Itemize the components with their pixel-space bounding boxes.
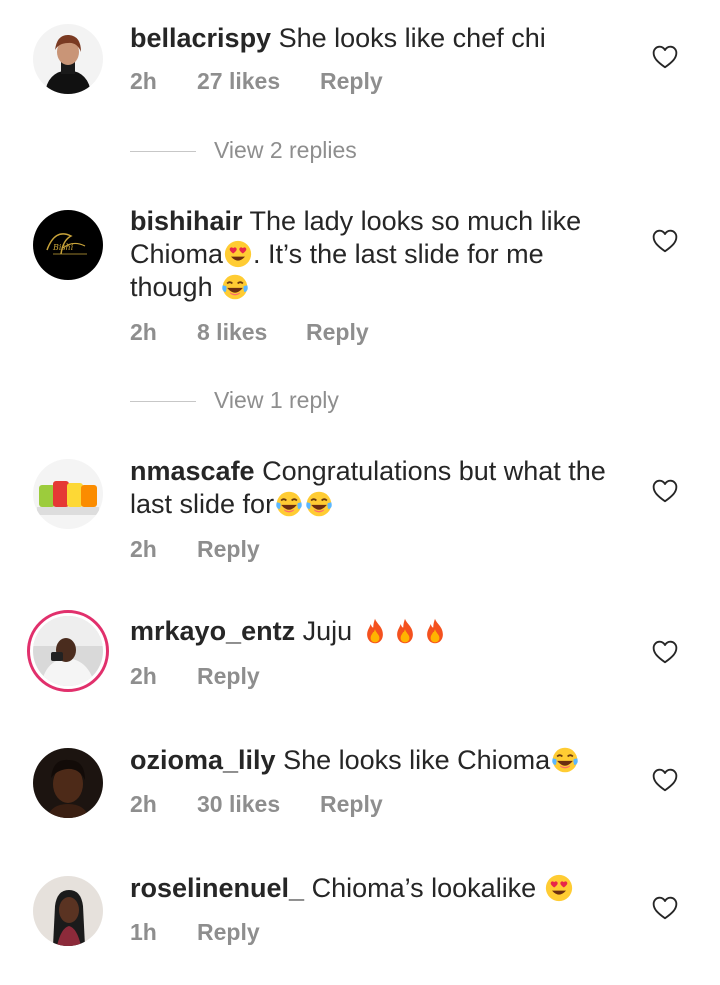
timestamp: 1h (130, 919, 157, 945)
comment-text: bishihair The lady looks so much like Ch… (130, 205, 630, 304)
comment-text: ozioma_lily She looks like Chioma (130, 744, 630, 777)
woman-braids-icon (33, 876, 103, 946)
comment-text: roselinenuel_ Chioma’s lookalike (130, 872, 630, 905)
bishi-hair-logo-icon: Bishi (33, 210, 103, 280)
timestamp: 2h (130, 68, 157, 94)
reply-button[interactable]: Reply (320, 68, 383, 95)
fire-emoji-icon (391, 617, 419, 645)
username[interactable]: bishihair (130, 206, 243, 236)
reply-button[interactable]: Reply (306, 319, 369, 346)
laughing-emoji-icon (275, 490, 303, 518)
heart-icon[interactable] (652, 45, 678, 69)
view-replies-label: View 1 reply (214, 387, 339, 413)
comment-body: Chioma’s lookalike (311, 873, 537, 903)
fruit-cups-icon (33, 459, 103, 529)
comment-text: nmascafe Congratulations but what the la… (130, 455, 630, 521)
reply-button[interactable]: Reply (197, 536, 260, 563)
avatar[interactable] (33, 748, 103, 818)
likes-count[interactable]: 27 likes (197, 68, 280, 95)
likes-count[interactable]: 8 likes (197, 319, 267, 346)
heart-icon[interactable] (652, 768, 678, 792)
timestamp: 2h (130, 319, 157, 345)
timestamp: 2h (130, 663, 157, 689)
heart-icon[interactable] (652, 640, 678, 664)
username[interactable]: bellacrispy (130, 23, 271, 53)
reply-button[interactable]: Reply (197, 919, 260, 946)
fire-emoji-icon (361, 617, 389, 645)
heart-eyes-emoji-icon (545, 874, 573, 902)
likes-count[interactable]: 30 likes (197, 791, 280, 818)
comment-body: She looks like Chioma (283, 745, 551, 775)
comment-body: Juju (302, 616, 353, 646)
laughing-emoji-icon (221, 273, 249, 301)
username[interactable]: roselinenuel_ (130, 873, 304, 903)
avatar[interactable] (33, 459, 103, 529)
view-replies-label: View 2 replies (214, 137, 357, 163)
username[interactable]: ozioma_lily (130, 745, 276, 775)
avatar[interactable] (33, 24, 103, 94)
heart-icon[interactable] (652, 479, 678, 503)
avatar[interactable]: Bishi (33, 210, 103, 280)
comment-text: bellacrispy She looks like chef chi (130, 22, 630, 55)
woman-in-black-icon (33, 24, 103, 94)
heart-icon[interactable] (652, 896, 678, 920)
comment-text: mrkayo_entz Juju (130, 615, 630, 648)
fire-emoji-icon (421, 617, 449, 645)
laughing-emoji-icon (551, 746, 579, 774)
svg-text:Bishi: Bishi (52, 243, 74, 252)
username[interactable]: mrkayo_entz (130, 616, 295, 646)
divider (130, 401, 196, 402)
reply-button[interactable]: Reply (320, 791, 383, 818)
timestamp: 2h (130, 791, 157, 817)
woman-portrait-icon (33, 748, 103, 818)
timestamp: 2h (130, 536, 157, 562)
username[interactable]: nmascafe (130, 456, 255, 486)
avatar[interactable] (33, 876, 103, 946)
reply-button[interactable]: Reply (197, 663, 260, 690)
comment-body: She looks like chef chi (278, 23, 546, 53)
avatar[interactable] (27, 610, 109, 692)
laughing-emoji-icon (305, 490, 333, 518)
divider (130, 151, 196, 152)
heart-icon[interactable] (652, 229, 678, 253)
heart-eyes-emoji-icon (224, 240, 252, 268)
man-in-car-icon (33, 616, 103, 686)
